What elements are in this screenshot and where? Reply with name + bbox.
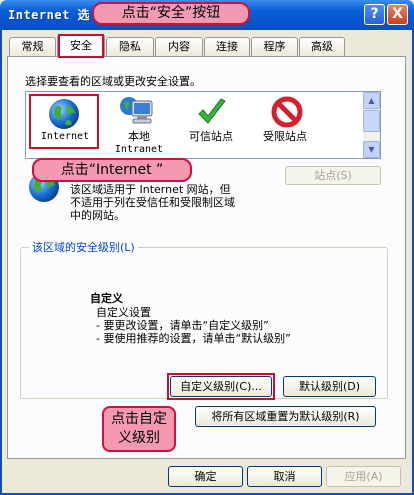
globe-icon[interactable]	[47, 97, 83, 131]
security-level-title: 该区域的安全级别(L)	[29, 239, 138, 255]
zone-local-line2: Intranet	[114, 144, 164, 155]
callout-security-tab: 点击“安全”按钮	[92, 2, 250, 25]
scroll-up-arrow-icon[interactable]: ▲	[363, 92, 380, 109]
level-line: - 要更改设置，请单击“自定义级别”	[96, 319, 269, 332]
tab-privacy[interactable]: 隐私	[106, 37, 154, 56]
window-title: Internet 选	[8, 8, 91, 22]
callout-custom-line2: 义级别	[118, 430, 160, 446]
zone-internet-label[interactable]: Internet	[30, 130, 100, 143]
zone-trusted-label[interactable]: 可信站点	[176, 130, 246, 143]
scroll-thumb[interactable]	[363, 110, 380, 132]
zone-desc-line: 中的网站。	[70, 209, 125, 222]
zone-restricted-label[interactable]: 受限站点	[250, 130, 320, 143]
help-button[interactable]: ?	[364, 4, 385, 25]
tab-advanced[interactable]: 高级	[299, 37, 345, 56]
callout-custom-line1: 点击自定	[111, 411, 167, 427]
callout-internet-zone: 点击“Internet ”	[32, 158, 192, 182]
cancel-button[interactable]: 取消	[247, 466, 322, 487]
apply-button[interactable]: 应用(A)	[326, 466, 401, 487]
sites-button[interactable]: 站点(S)	[285, 166, 381, 185]
tab-programs[interactable]: 程序	[251, 37, 298, 56]
tab-content[interactable]: 内容	[155, 37, 203, 56]
local-intranet-icon[interactable]	[120, 95, 156, 129]
close-button[interactable]: X	[387, 4, 408, 25]
checkmark-icon[interactable]	[195, 96, 231, 130]
level-line: - 要使用推荐的设置，请单击“默认级别”	[96, 332, 291, 345]
zone-list-scrollbar[interactable]: ▲ ▼	[363, 92, 380, 158]
custom-level-highlight	[167, 373, 275, 400]
no-entry-icon[interactable]	[270, 96, 306, 130]
level-description: 自定义设置 - 要更改设置，请单击“自定义级别” - 要使用推荐的设置，请单击“…	[96, 306, 291, 345]
zone-local-intranet-label[interactable]: 本地 Intranet	[104, 130, 174, 156]
tab-general[interactable]: 常规	[9, 37, 56, 56]
security-tab-highlight	[58, 34, 104, 58]
default-level-button[interactable]: 默认级别(D)	[283, 376, 376, 397]
scroll-down-arrow-icon[interactable]: ▼	[363, 141, 380, 158]
tab-connections[interactable]: 连接	[204, 37, 250, 56]
callout-custom-level: 点击自定 义级别	[102, 406, 176, 452]
zone-desc-line: 该区域适用于 Internet 网站，但	[70, 183, 231, 196]
ok-button[interactable]: 确定	[168, 466, 243, 487]
zone-description: 该区域适用于 Internet 网站，但 不适用于列在受信任和受限制区域 中的网…	[70, 183, 280, 222]
zone-local-line1: 本地	[128, 130, 150, 143]
reset-all-zones-button[interactable]: 将所有区域重置为默认级别(R)	[195, 406, 376, 427]
zone-instruction: 选择要查看的区域或更改安全设置。	[25, 75, 201, 88]
level-name: 自定义	[90, 292, 123, 305]
zone-desc-line: 不适用于列在受信任和受限制区域	[70, 196, 235, 209]
level-line: 自定义设置	[96, 306, 151, 319]
